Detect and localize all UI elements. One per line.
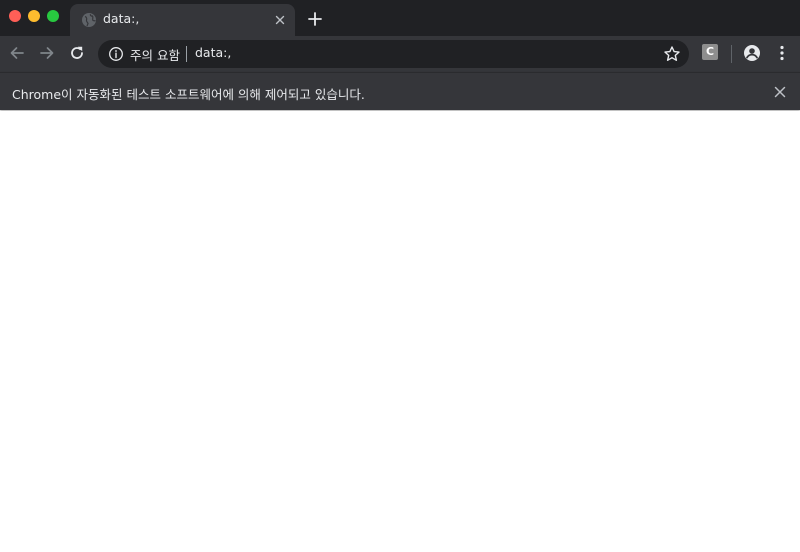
tab-active[interactable]: data:, [70,4,295,36]
infobar-message: Chrome이 자동화된 테스트 소프트웨어에 의해 제어되고 있습니다. [12,87,365,102]
window-minimize-button[interactable] [28,10,40,22]
close-icon[interactable] [273,13,287,27]
arrow-left-icon[interactable] [8,44,26,62]
more-vert-icon[interactable] [773,44,791,62]
automation-infobar: Chrome이 자동화된 테스트 소프트웨어에 의해 제어되고 있습니다. [0,72,800,110]
window-zoom-button[interactable] [47,10,59,22]
close-icon[interactable] [773,85,787,99]
globe-icon [82,13,96,27]
omnibox-divider [186,46,187,62]
reload-icon[interactable] [68,44,86,62]
page-content [0,111,800,552]
tab-title: data:, [103,11,140,26]
window-close-button[interactable] [9,10,21,22]
plus-icon[interactable] [307,11,323,27]
tab-strip: data:, [0,0,800,36]
toolbar-divider [731,45,732,63]
url-text[interactable]: data:, [195,45,231,60]
security-status-label[interactable]: 주의 요함 [130,45,180,64]
account-circle-icon[interactable] [743,44,761,62]
toolbar: 주의 요함 data:, C [0,36,800,72]
arrow-right-icon[interactable] [38,44,56,62]
info-icon[interactable] [108,46,124,62]
star-icon[interactable] [663,45,681,63]
omnibox[interactable]: 주의 요함 data:, [98,40,689,68]
browser-window: data:, 주의 요함 data:, C Chrome이 자동화된 테스트 소… [0,0,800,552]
extension-button[interactable]: C [702,44,718,60]
